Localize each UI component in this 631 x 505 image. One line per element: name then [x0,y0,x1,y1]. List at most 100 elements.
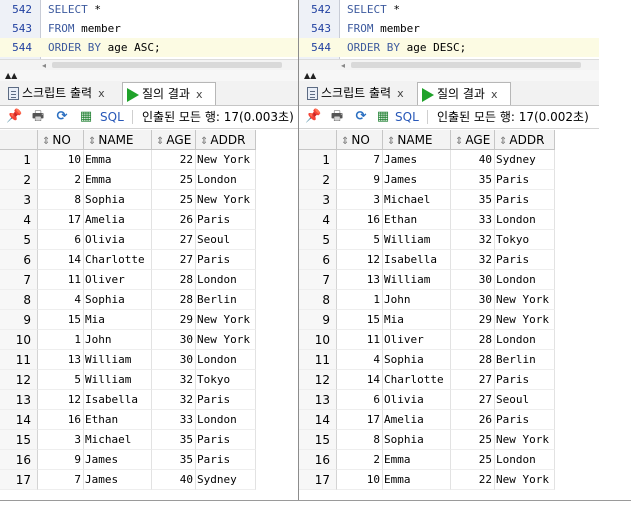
cell-age[interactable]: 28 [152,290,196,310]
cell-age[interactable]: 25 [451,430,495,450]
row-number[interactable]: 5 [0,230,38,250]
cell-age[interactable]: 30 [451,270,495,290]
sort-icon[interactable]: ⇕ [200,136,208,147]
cell-age[interactable]: 35 [152,450,196,470]
cell-addr[interactable]: Sydney [196,470,256,490]
cell-age[interactable]: 29 [152,310,196,330]
cell-no[interactable]: 15 [38,310,84,330]
row-number[interactable]: 3 [0,190,38,210]
cell-name[interactable]: Olivia [84,230,152,250]
pin-icon[interactable]: 📌 [305,109,321,125]
row-number[interactable]: 14 [299,410,337,430]
cell-no[interactable]: 1 [38,330,84,350]
cell-addr[interactable]: London [495,330,555,350]
sql-editor[interactable]: 542 SELECT * 543 FROM member 544 ORDER B… [0,0,298,71]
row-number[interactable]: 9 [0,310,38,330]
cell-no[interactable]: 1 [337,290,383,310]
cell-no[interactable]: 7 [337,150,383,170]
cell-addr[interactable]: New York [196,150,256,170]
code-line[interactable]: 542 SELECT * [299,0,599,19]
sort-icon[interactable]: ⇕ [387,136,395,147]
cell-addr[interactable]: New York [196,310,256,330]
cell-name[interactable]: Mia [84,310,152,330]
row-number[interactable]: 17 [0,470,38,490]
cell-no[interactable]: 17 [337,410,383,430]
cell-age[interactable]: 25 [152,170,196,190]
cell-name[interactable]: Mia [383,310,451,330]
cell-addr[interactable]: New York [495,310,555,330]
cell-no[interactable]: 14 [38,250,84,270]
cell-name[interactable]: Sophia [84,290,152,310]
cell-addr[interactable]: London [196,270,256,290]
cell-addr[interactable]: Berlin [196,290,256,310]
print-icon[interactable]: 🖶 [329,109,345,125]
row-number[interactable]: 10 [299,330,337,350]
cell-addr[interactable]: London [495,210,555,230]
refresh-icon[interactable]: ⟳ [54,109,70,125]
row-number[interactable]: 15 [299,430,337,450]
tab-script-output[interactable]: 스크립트 출력 x [303,82,421,104]
row-number[interactable]: 11 [299,350,337,370]
code-line-current[interactable]: 544 ORDER BY age DESC; [299,38,599,57]
scroll-thumb[interactable] [52,62,282,68]
cell-addr[interactable]: London [495,270,555,290]
cell-addr[interactable]: Berlin [495,350,555,370]
row-number[interactable]: 8 [0,290,38,310]
cell-addr[interactable]: London [495,450,555,470]
cell-age[interactable]: 29 [451,310,495,330]
cell-name[interactable]: Sophia [383,430,451,450]
cell-name[interactable]: William [84,350,152,370]
column-header-addr[interactable]: ⇕ ADDR [495,130,555,150]
cell-addr[interactable]: Paris [495,250,555,270]
cell-no[interactable]: 9 [337,170,383,190]
cell-age[interactable]: 22 [152,150,196,170]
row-number[interactable]: 14 [0,410,38,430]
close-icon[interactable]: x [491,88,498,101]
tab-query-result[interactable]: 질의 결과 x [122,82,216,105]
cell-no[interactable]: 2 [337,450,383,470]
cell-addr[interactable]: New York [495,470,555,490]
cell-name[interactable]: Michael [84,430,152,450]
cell-no[interactable]: 16 [38,410,84,430]
cell-name[interactable]: Emma [383,470,451,490]
row-number[interactable]: 5 [299,230,337,250]
cell-addr[interactable]: London [196,170,256,190]
cell-age[interactable]: 32 [451,250,495,270]
cell-addr[interactable]: London [196,410,256,430]
collapse-up-icon[interactable]: ▲▲ [5,71,17,80]
tab-query-result[interactable]: 질의 결과 x [417,82,511,105]
cell-age[interactable]: 27 [451,370,495,390]
cell-name[interactable]: Amelia [84,210,152,230]
cell-age[interactable]: 35 [451,190,495,210]
row-number[interactable]: 12 [299,370,337,390]
cell-no[interactable]: 12 [38,390,84,410]
cell-age[interactable]: 28 [451,350,495,370]
cell-no[interactable]: 5 [337,230,383,250]
cell-name[interactable]: William [383,270,451,290]
row-number[interactable]: 13 [299,390,337,410]
cell-no[interactable]: 6 [38,230,84,250]
cell-age[interactable]: 35 [152,430,196,450]
cell-age[interactable]: 40 [451,150,495,170]
close-icon[interactable]: x [98,87,105,100]
cell-addr[interactable]: Seoul [196,230,256,250]
cell-no[interactable]: 4 [38,290,84,310]
cell-no[interactable]: 13 [337,270,383,290]
cell-no[interactable]: 7 [38,470,84,490]
cell-no[interactable]: 3 [38,430,84,450]
cell-addr[interactable]: Paris [196,210,256,230]
cell-name[interactable]: John [84,330,152,350]
row-number[interactable]: 17 [299,470,337,490]
cell-name[interactable]: Oliver [84,270,152,290]
cell-no[interactable]: 6 [337,390,383,410]
cell-addr[interactable]: Paris [196,430,256,450]
sort-icon[interactable]: ⇕ [455,136,463,147]
cell-no[interactable]: 10 [337,470,383,490]
refresh-icon[interactable]: ⟳ [353,109,369,125]
cell-addr[interactable]: New York [495,430,555,450]
cell-name[interactable]: Sophia [383,350,451,370]
row-number[interactable]: 16 [299,450,337,470]
cell-no[interactable]: 11 [38,270,84,290]
cell-name[interactable]: Emma [383,450,451,470]
cell-addr[interactable]: Paris [495,410,555,430]
